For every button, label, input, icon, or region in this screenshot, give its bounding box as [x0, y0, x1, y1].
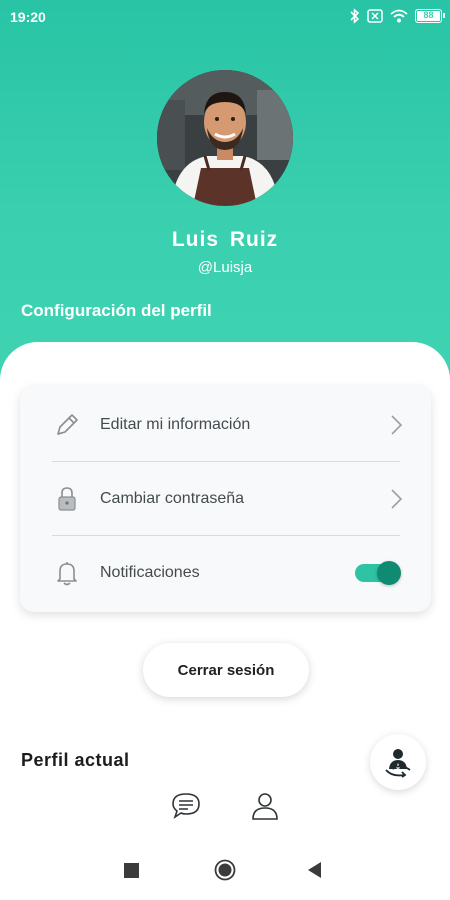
lock-icon [58, 487, 76, 511]
avatar[interactable] [157, 70, 293, 206]
settings-item-label: Cambiar contraseña [100, 490, 245, 507]
avatar-photo [157, 70, 293, 206]
user-name: Luis Ruiz [171, 228, 279, 251]
settings-item-label: Editar mi información [100, 416, 251, 433]
recent-apps-icon[interactable] [124, 863, 139, 878]
settings-item-label: Notificaciones [100, 564, 200, 581]
pencil-icon [57, 414, 78, 435]
settings-item-notifications[interactable]: Notificaciones [20, 536, 431, 610]
current-profile-label: Perfil actual [21, 750, 130, 770]
user-icon[interactable] [249, 790, 281, 822]
switch-profile-icon [385, 749, 411, 778]
status-bar: 19:20 88 [0, 0, 450, 34]
chevron-right-icon[interactable] [387, 488, 405, 510]
section-title: Configuración del perfil [21, 301, 212, 320]
chevron-right-icon[interactable] [387, 414, 405, 436]
logout-button[interactable]: Cerrar sesión [143, 643, 309, 697]
user-handle: @Luisja [197, 259, 253, 276]
toggle-knob[interactable] [377, 561, 401, 585]
settings-item-edit-info[interactable]: Editar mi información [20, 388, 431, 462]
settings-card: Editar mi información Cambiar contraseña… [20, 386, 431, 612]
notifications-toggle[interactable] [355, 561, 401, 585]
home-icon[interactable] [214, 859, 236, 881]
sim-off-icon [367, 9, 383, 23]
bluetooth-icon [350, 8, 360, 24]
back-icon[interactable] [308, 862, 322, 878]
battery-icon: 88 [415, 9, 445, 23]
chat-icon[interactable] [170, 790, 202, 822]
battery-level: 88 [423, 10, 434, 20]
wifi-icon [390, 9, 408, 23]
switch-profile-button[interactable] [370, 734, 426, 790]
bell-icon [57, 562, 77, 586]
system-nav-bar [0, 843, 450, 900]
status-time: 19:20 [10, 9, 46, 25]
settings-item-change-password[interactable]: Cambiar contraseña [20, 462, 431, 536]
